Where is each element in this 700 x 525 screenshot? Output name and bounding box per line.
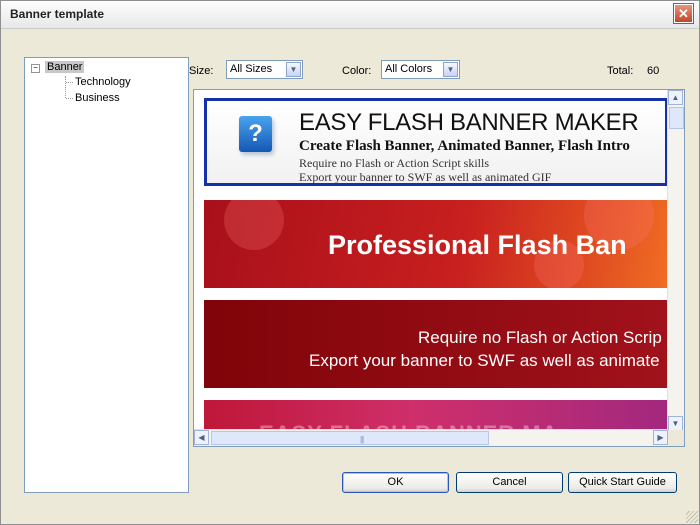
banner-subline: Create Flash Banner, Animated Banner, Fl… xyxy=(299,138,630,154)
window-title: Banner template xyxy=(10,7,105,21)
dialog-body: − Banner Technology Business Size: All S… xyxy=(7,30,693,518)
vertical-scroll-thumb[interactable] xyxy=(669,107,684,129)
category-tree[interactable]: − Banner Technology Business xyxy=(24,57,189,493)
question-icon: ? xyxy=(239,116,272,152)
banner-headline: Professional Flash Ban xyxy=(328,230,627,260)
title-bar: Banner template ✕ xyxy=(1,1,699,29)
banner-template-2[interactable]: Professional Flash Ban xyxy=(204,200,668,288)
size-select-value: All Sizes xyxy=(230,63,273,75)
total-count: 60 xyxy=(647,65,660,77)
scroll-up-icon[interactable]: ▲ xyxy=(668,90,683,105)
resize-grip-icon[interactable] xyxy=(686,511,698,523)
scroll-down-icon[interactable]: ▼ xyxy=(668,416,683,431)
banner-line-1: Require no Flash or Action Scrip xyxy=(418,328,662,347)
quick-start-guide-button[interactable]: Quick Start Guide xyxy=(568,472,677,493)
chevron-down-icon[interactable]: ▼ xyxy=(286,62,301,77)
tree-connector xyxy=(65,76,66,98)
grip-icon: ||| xyxy=(360,435,364,444)
decor-bubble xyxy=(224,200,284,250)
horizontal-scrollbar[interactable]: ◀ ||| ▶ xyxy=(194,429,668,446)
cancel-button[interactable]: Cancel xyxy=(456,472,563,493)
tree-root-label[interactable]: Banner xyxy=(45,61,85,73)
banner-line-1: Require no Flash or Action Script skills xyxy=(299,156,489,170)
banner-headline: EASY FLASH BANNER MAKER xyxy=(299,109,639,136)
total-label: Total: xyxy=(607,65,634,77)
color-select[interactable]: All Colors ▼ xyxy=(381,60,460,79)
close-icon[interactable]: ✕ xyxy=(673,3,694,24)
ok-button[interactable]: OK xyxy=(342,472,449,493)
size-select[interactable]: All Sizes ▼ xyxy=(226,60,303,79)
scroll-corner xyxy=(668,430,684,446)
vertical-scrollbar[interactable]: ▲ ▼ xyxy=(667,90,684,431)
horizontal-scroll-thumb[interactable]: ||| xyxy=(211,431,489,445)
tree-item-label[interactable]: Business xyxy=(75,92,120,104)
tree-item-label[interactable]: Technology xyxy=(75,76,131,88)
banner-template-dialog: Banner template ✕ − Banner Technology Bu… xyxy=(0,0,700,525)
banner-template-4[interactable]: EASY FLASH BANNER MA xyxy=(204,400,668,431)
color-select-value: All Colors xyxy=(385,63,433,75)
collapse-icon[interactable]: − xyxy=(31,64,40,73)
banner-template-1[interactable]: ? EASY FLASH BANNER MAKER Create Flash B… xyxy=(204,98,668,186)
banner-line-2: Export your banner to SWF as well as ani… xyxy=(309,351,660,370)
scroll-left-icon[interactable]: ◀ xyxy=(194,430,209,445)
chevron-down-icon[interactable]: ▼ xyxy=(443,62,458,77)
template-preview-list[interactable]: ? EASY FLASH BANNER MAKER Create Flash B… xyxy=(193,89,685,447)
banner-template-3[interactable]: Require no Flash or Action Scrip Export … xyxy=(204,300,668,388)
size-label: Size: xyxy=(189,65,214,77)
color-label: Color: xyxy=(342,65,372,77)
tree-branch-line xyxy=(66,82,73,83)
tree-branch-line xyxy=(66,98,73,99)
scroll-right-icon[interactable]: ▶ xyxy=(653,430,668,445)
banner-line-2: Export your banner to SWF as well as ani… xyxy=(299,170,552,184)
